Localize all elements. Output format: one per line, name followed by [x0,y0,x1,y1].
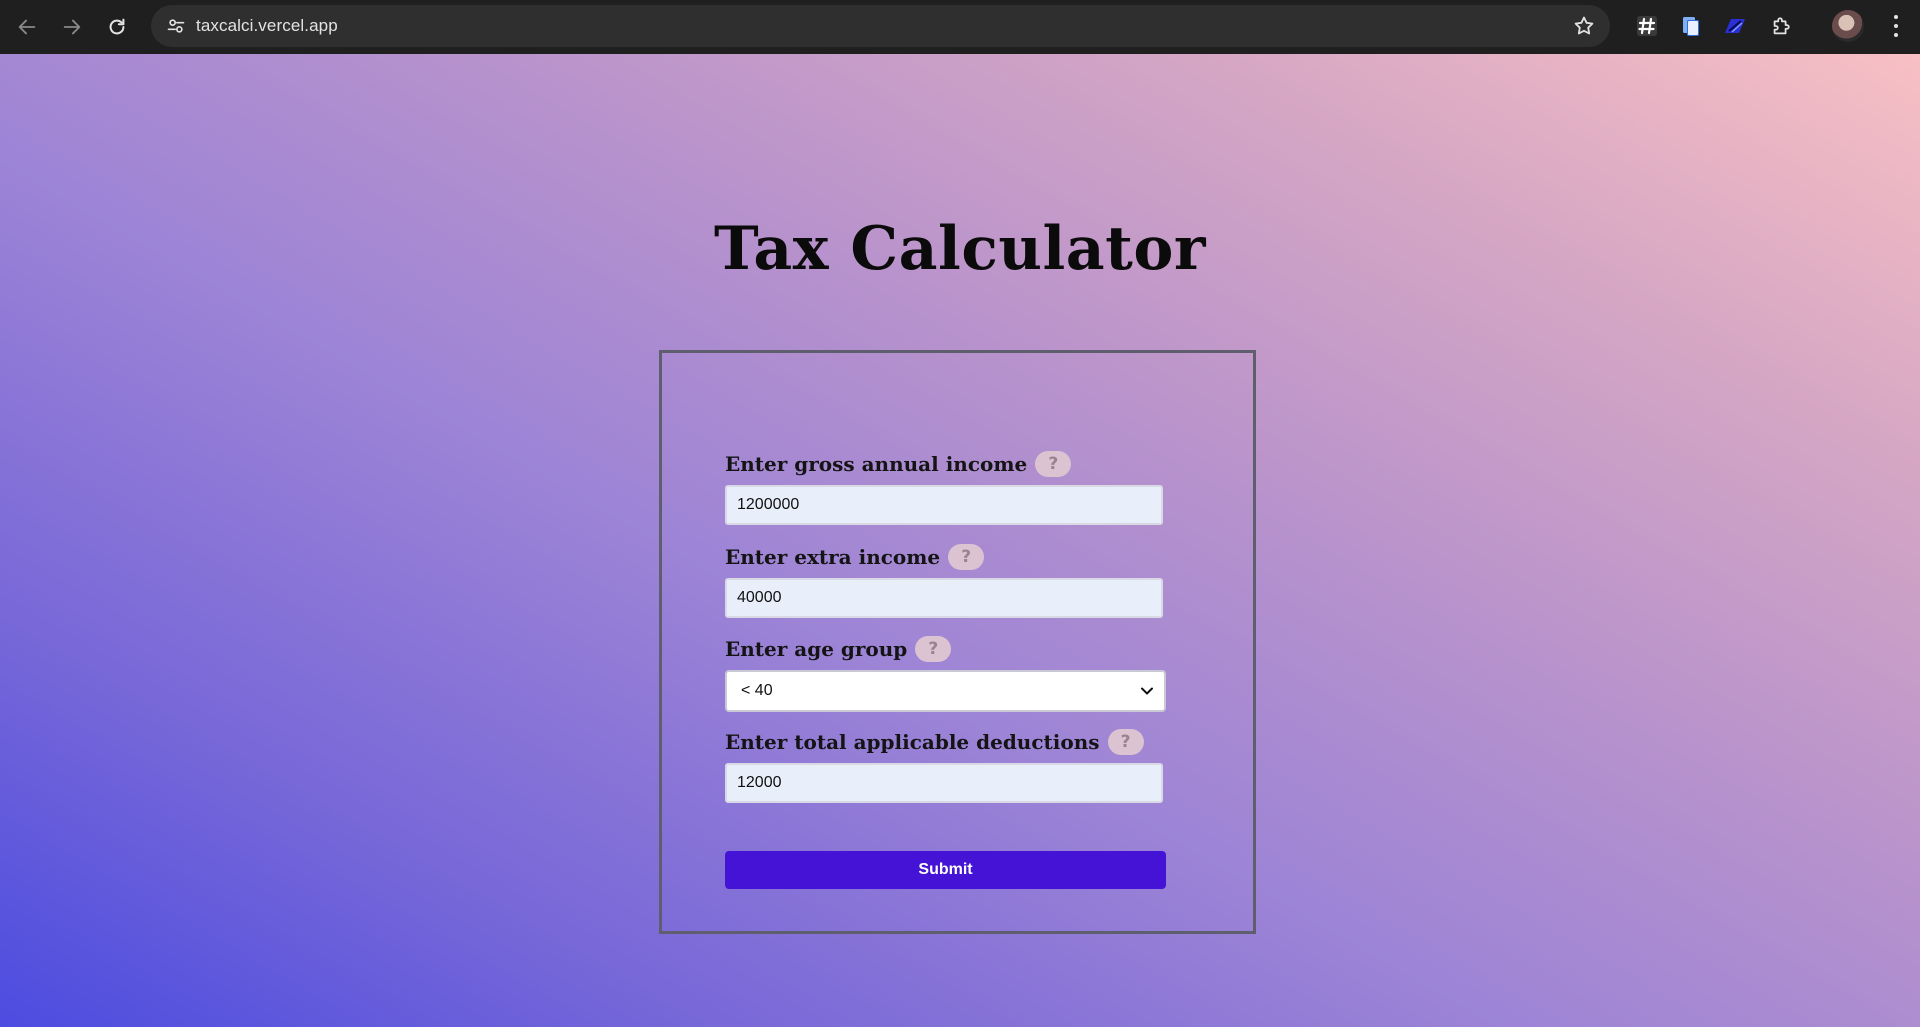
deductions-label: Enter total applicable deductions [725,730,1100,754]
pen-extension-icon[interactable] [1722,13,1748,39]
gross-income-help-icon[interactable]: ? [1035,451,1072,477]
hashtag-extension-icon[interactable] [1634,13,1660,39]
age-group-label-row: Enter age group ? [725,634,952,664]
site-info-button[interactable] [163,13,189,39]
more-vert-icon[interactable] [1884,12,1908,40]
document-extension-icon[interactable] [1678,13,1704,39]
profile-avatar[interactable] [1832,10,1864,42]
url-text[interactable]: taxcalci.vercel.app [196,16,338,36]
reload-button[interactable] [100,10,134,44]
address-bar[interactable]: taxcalci.vercel.app [151,5,1610,47]
chevron-down-icon [1141,687,1153,695]
age-group-selected-value: < 40 [741,682,773,699]
deductions-label-row: Enter total applicable deductions ? [725,727,1144,757]
extra-income-label-row: Enter extra income ? [725,542,985,572]
arrow-right-icon [63,19,81,35]
deductions-help-icon[interactable]: ? [1107,729,1144,755]
page-background: Tax Calculator Enter gross annual income… [0,54,1920,1027]
tune-icon [167,19,185,33]
deductions-input[interactable] [725,763,1163,803]
star-icon[interactable] [1572,14,1596,38]
age-group-select[interactable]: < 40 [725,670,1166,712]
extra-income-help-icon[interactable]: ? [948,544,985,570]
extra-income-label: Enter extra income [725,545,941,569]
submit-button[interactable]: Submit [725,851,1166,889]
back-button[interactable] [10,10,44,44]
gross-income-label-row: Enter gross annual income ? [725,449,1072,479]
age-group-help-icon[interactable]: ? [915,636,952,662]
tax-form-card: Enter gross annual income ? Enter extra … [659,350,1256,934]
gross-income-input[interactable] [725,485,1163,525]
forward-button[interactable] [55,10,89,44]
reload-icon [109,18,125,35]
arrow-left-icon [18,19,36,35]
puzzle-icon[interactable] [1768,13,1794,39]
gross-income-label: Enter gross annual income [725,452,1028,476]
page-title: Tax Calculator [713,214,1207,284]
browser-toolbar: taxcalci.vercel.app [0,0,1920,54]
extra-income-input[interactable] [725,578,1163,618]
age-group-label: Enter age group [725,637,908,661]
